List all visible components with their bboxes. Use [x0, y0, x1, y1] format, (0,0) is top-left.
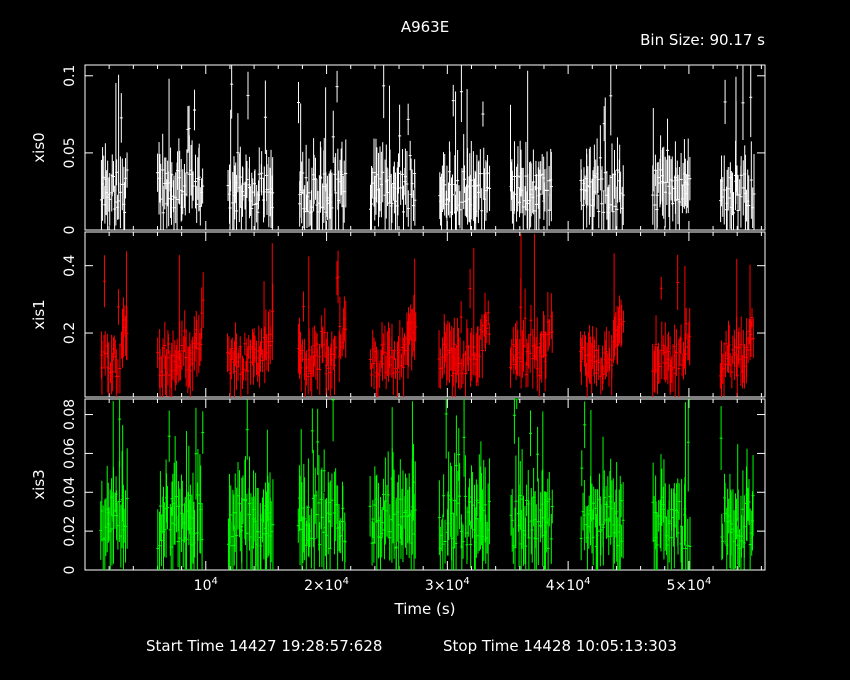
y-tick-label: 0.4: [62, 254, 78, 276]
y-axis-label-xis0: xis0: [30, 132, 48, 162]
chart-title: A963E: [401, 18, 449, 36]
panel-xis0: 0 0.05 0.1 xis0: [30, 64, 766, 235]
x-tick-label: 104: [194, 576, 218, 594]
y-tick-label: 0.2: [62, 322, 78, 344]
y-axis-label-xis3: xis3: [30, 469, 48, 499]
panel-xis1: 0.2 0.4 xis1: [30, 231, 766, 398]
x-tick-label: 5×104: [666, 576, 711, 594]
start-time-label: Start Time 14427 19:28:57:628: [146, 637, 382, 655]
x-tick-label: 2×104: [304, 576, 349, 594]
y-tick-label: 0.04: [62, 477, 78, 508]
stop-time-label: Stop Time 14428 10:05:13:303: [443, 637, 677, 655]
y-tick-label: 0.05: [62, 137, 78, 168]
x-tick-label: 4×104: [546, 576, 591, 594]
panel-xis3: 0 0.02 0.04 0.06 0.08 xis3: [30, 398, 766, 575]
y-tick-label: 0.08: [62, 399, 78, 430]
bin-size-label: Bin Size: 90.17 s: [640, 31, 765, 49]
panels-group: 0 0.05 0.1 xis0 0.2 0.4 xis1 0 0.02 0.04 0.06 0.08 x…: [30, 64, 766, 594]
y-axis-label-xis1: xis1: [30, 299, 48, 329]
x-tick-label: 3×104: [425, 576, 470, 594]
x-axis-label: Time (s): [394, 600, 456, 618]
y-tick-label: 0: [62, 226, 78, 235]
light-curve-chart: A963E Bin Size: 90.17 s Time (s) Start T…: [30, 18, 766, 655]
y-tick-label: 0: [62, 566, 78, 575]
y-tick-label: 0.1: [62, 65, 78, 87]
y-tick-label: 0.02: [62, 516, 78, 547]
y-tick-label: 0.06: [62, 438, 78, 469]
panel-frame: [84, 231, 766, 398]
